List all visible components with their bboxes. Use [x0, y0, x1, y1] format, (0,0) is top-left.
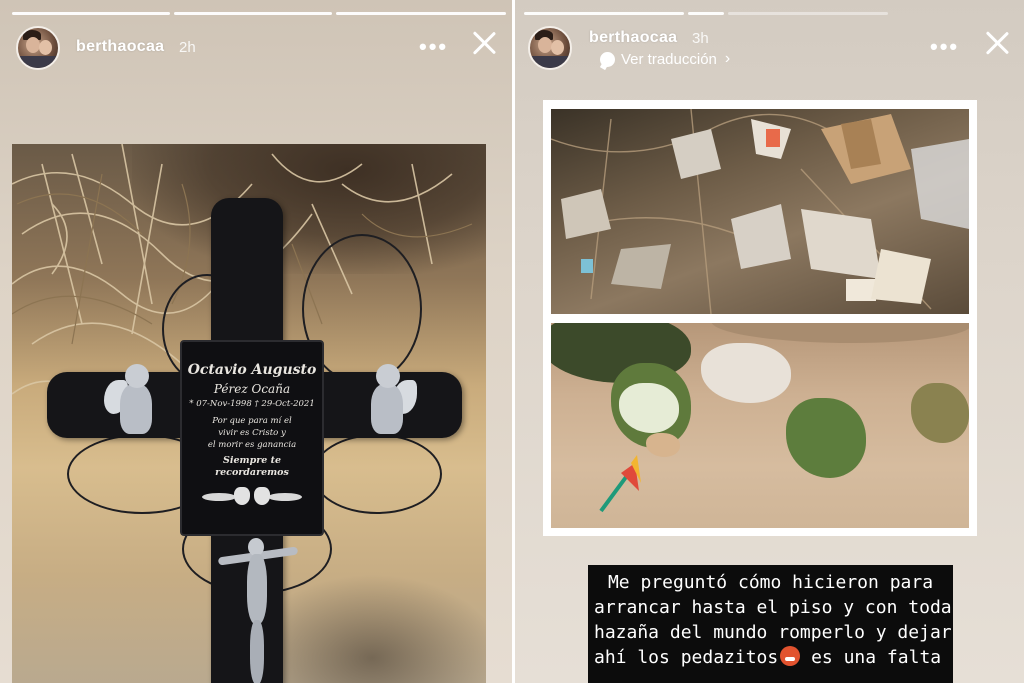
caption-line: arrancar hasta el piso y con toda la — [594, 597, 953, 618]
avatar[interactable] — [16, 26, 60, 70]
timestamp: 2h — [179, 39, 196, 56]
story-progress-bar — [12, 12, 506, 15]
angel-statue-left — [104, 364, 164, 444]
caption-line: es una falta de — [811, 647, 953, 668]
story-header: berthaocaa 2h ••• — [16, 24, 498, 74]
plaque-dates: * 07-Nov-1998 † 29-Oct-2021 — [189, 399, 315, 409]
plaque-verse-line: vivir es Cristo y — [218, 428, 286, 438]
see-translation-label: Ver traducción — [621, 50, 717, 68]
photo-grave-site — [551, 323, 969, 528]
caption-line-with-emoji: ahí los pedazitos es una falta de — [594, 645, 953, 670]
plaque-verse-line: Por que para mí el — [212, 416, 292, 426]
crucifix-figure — [217, 534, 299, 683]
story-caption: Me preguntó cómo hicieron para arrancar … — [588, 565, 953, 683]
avatar[interactable] — [528, 26, 572, 70]
theater-masks-icon — [202, 485, 302, 507]
username[interactable]: berthaocaa — [76, 38, 164, 56]
memorial-plaque: Octavio Augusto Pérez Ocaña * 07-Nov-199… — [180, 340, 324, 536]
chevron-right-icon: › — [724, 50, 731, 67]
plaque-verse: Por que para mí el vivir es Cristo y el … — [186, 415, 318, 451]
story-photo-grave-cross: Octavio Augusto Pérez Ocaña * 07-Nov-199… — [12, 144, 486, 683]
timestamp: 3h — [692, 30, 709, 47]
angry-face-emoji-icon — [780, 646, 801, 666]
speech-bubble-icon — [600, 51, 615, 67]
caption-line: hazaña del mundo romperlo y dejar — [594, 622, 952, 643]
more-horizontal-icon[interactable]: ••• — [930, 34, 959, 60]
username[interactable]: berthaocaa — [589, 29, 677, 47]
see-translation-link[interactable]: Ver traducción › — [600, 50, 730, 68]
plaque-surname: Pérez Ocaña — [213, 382, 291, 396]
story-left: berthaocaa 2h ••• Octavio Augusto Pérez … — [0, 0, 512, 683]
caption-line: Me preguntó cómo hicieron para — [607, 572, 934, 593]
progress-segment — [174, 12, 332, 15]
progress-segment — [688, 12, 724, 15]
story-progress-bar — [524, 12, 1016, 15]
angel-statue-right — [357, 364, 417, 444]
close-icon[interactable] — [469, 28, 499, 58]
progress-segment — [728, 12, 888, 15]
progress-segment — [12, 12, 170, 15]
caption-line: ahí los pedazitos — [594, 647, 779, 668]
story-header: berthaocaa 3h Ver traducción › ••• — [528, 24, 1010, 74]
progress-segment — [524, 12, 684, 15]
progress-segment — [336, 12, 506, 15]
more-horizontal-icon[interactable]: ••• — [419, 34, 448, 60]
close-icon[interactable] — [982, 28, 1012, 58]
cross-scrollwork — [312, 434, 442, 514]
plaque-verse-line: el morir es ganancia — [207, 440, 297, 450]
photo-broken-debris — [551, 109, 969, 314]
plaque-name: Octavio Augusto — [187, 362, 317, 378]
plaque-motto: Siempre te recordaremos — [215, 455, 289, 478]
